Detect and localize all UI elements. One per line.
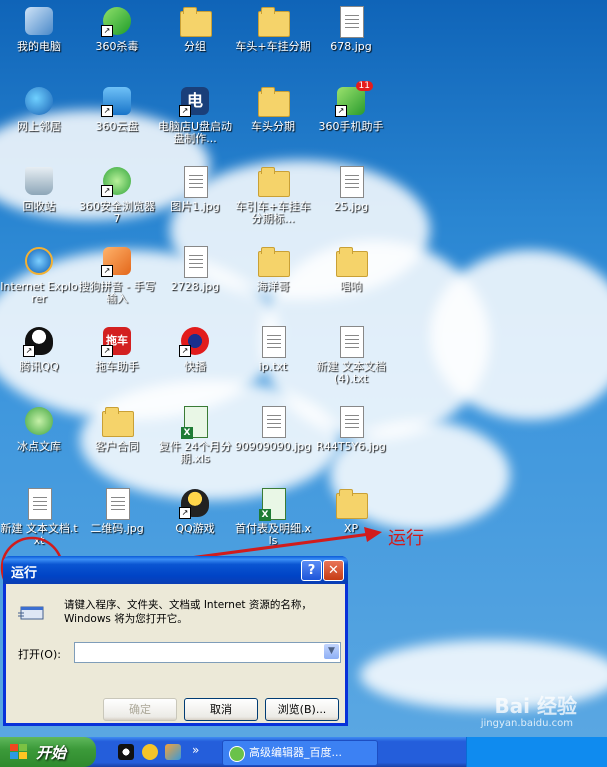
browse-button[interactable]: 浏览(B)...	[265, 698, 339, 721]
ok-button[interactable]: 确定	[103, 698, 177, 721]
start-button[interactable]: 开始	[0, 737, 96, 767]
chevron-down-icon[interactable]: ▼	[324, 644, 339, 659]
annotation-arrow-head	[364, 527, 382, 542]
windows-flag-icon	[10, 744, 27, 759]
run-dialog: 运行 ? ✕ 请键入程序、文件夹、文档或 Internet 资源的名称，Wind…	[3, 556, 348, 726]
taskbar: 开始 » 高级编辑器_百度...	[0, 737, 607, 767]
start-label: 开始	[36, 744, 67, 762]
dialog-description: 请键入程序、文件夹、文档或 Internet 资源的名称，Windows 将为您…	[64, 599, 312, 625]
open-combobox[interactable]: ▼	[74, 642, 341, 663]
dialog-title-bar[interactable]: 运行 ? ✕	[3, 556, 348, 584]
close-button[interactable]: ✕	[323, 560, 344, 581]
dialog-title: 运行	[11, 566, 38, 581]
annotation-run-label: 运行	[388, 528, 424, 549]
baidu-watermark-logo: Bai 经验	[494, 694, 577, 718]
desktop: 我的电脑 ↗ 360杀毒 分组 车头+车挂分期 678.jpg 网上邻居 ↗ 3…	[0, 0, 607, 737]
help-button[interactable]: ?	[301, 560, 322, 581]
quicklaunch-add-icon[interactable]	[142, 744, 158, 760]
dialog-body: 请键入程序、文件夹、文档或 Internet 资源的名称，Windows 将为您…	[6, 584, 345, 723]
quicklaunch-chevron-icon[interactable]: »	[192, 743, 199, 757]
cancel-button[interactable]: 取消	[184, 698, 258, 721]
quicklaunch-media-icon[interactable]	[165, 744, 181, 760]
baidu-watermark-url: jingyan.baidu.com	[480, 718, 573, 729]
run-program-icon	[18, 606, 44, 620]
open-label: 打开(O):	[18, 648, 61, 661]
system-tray	[466, 737, 607, 767]
quicklaunch-qq-icon[interactable]	[118, 744, 134, 760]
browser-icon	[229, 746, 245, 762]
taskbar-item-browser[interactable]: 高级编辑器_百度...	[222, 740, 378, 766]
taskbar-item-label: 高级编辑器_百度...	[249, 746, 342, 759]
